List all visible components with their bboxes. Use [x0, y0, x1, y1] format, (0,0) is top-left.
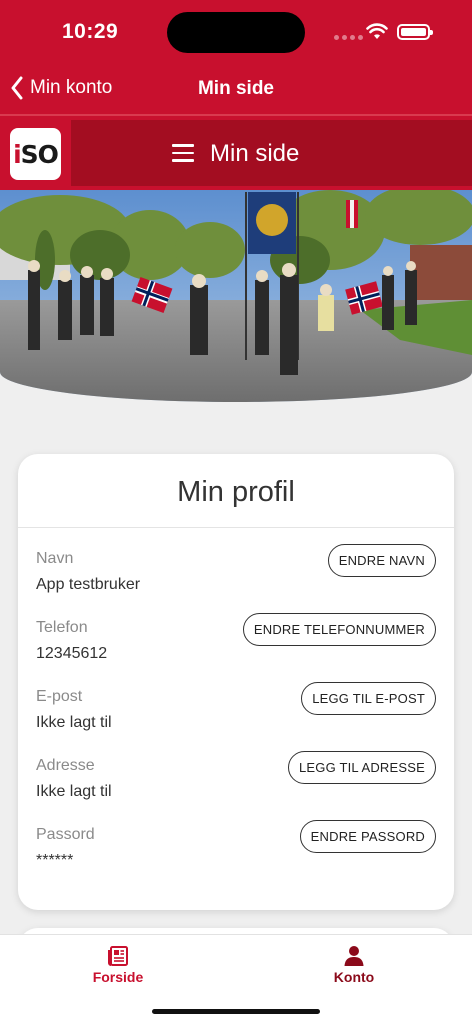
row-value: Ikke lagt til	[36, 783, 112, 800]
profile-title: Min profil	[18, 454, 454, 528]
wifi-icon	[366, 23, 388, 39]
tab-konto[interactable]: Konto	[294, 945, 414, 985]
profile-row-name: Navn App testbruker ENDRE NAVN	[18, 544, 454, 610]
iso-logo[interactable]: iSO	[10, 128, 61, 180]
add-address-button[interactable]: LEGG TIL ADRESSE	[287, 751, 436, 784]
row-label: Telefon	[36, 619, 88, 636]
row-label: Adresse	[36, 757, 95, 774]
header-title: Min side	[210, 140, 300, 167]
hamburger-menu-icon[interactable]	[172, 144, 194, 162]
top-bar: 10:29 Min konto Min side	[0, 0, 472, 114]
screen: 10:29 Min konto Min side iSO Min side Mi…	[0, 0, 472, 1024]
battery-icon	[397, 24, 433, 40]
tab-label: Forside	[92, 969, 144, 985]
back-button[interactable]: Min konto	[10, 76, 112, 100]
profile-row-email: E-post Ikke lagt til LEGG TIL E-POST	[18, 682, 454, 748]
chevron-left-icon	[11, 76, 23, 100]
change-phone-button[interactable]: ENDRE TELEFONNUMMER	[242, 613, 436, 646]
tab-label: Konto	[333, 969, 375, 985]
row-label: Navn	[36, 550, 74, 567]
dynamic-island	[167, 12, 305, 53]
row-value: Ikke lagt til	[36, 714, 112, 731]
profile-row-phone: Telefon 12345612 ENDRE TELEFONNUMMER	[18, 613, 454, 679]
tab-forside[interactable]: Forside	[58, 945, 178, 985]
row-value: ******	[36, 852, 74, 869]
profile-row-password: Passord ****** ENDRE PASSORD	[18, 820, 454, 886]
row-label: E-post	[36, 688, 83, 705]
row-label: Passord	[36, 826, 95, 843]
change-password-button[interactable]: ENDRE PASSORD	[299, 820, 436, 853]
status-time: 10:29	[62, 20, 119, 43]
hero-photo	[0, 190, 472, 402]
change-name-button[interactable]: ENDRE NAVN	[327, 544, 436, 577]
back-label: Min konto	[30, 77, 113, 98]
row-value: 12345612	[36, 645, 108, 662]
add-email-button[interactable]: LEGG TIL E-POST	[301, 682, 436, 715]
profile-card: Min profil Navn App testbruker ENDRE NAV…	[18, 454, 454, 910]
app-header: iSO Min side	[0, 114, 472, 190]
signal-icon	[334, 35, 363, 40]
home-indicator	[152, 1009, 320, 1014]
row-value: App testbruker	[36, 576, 141, 593]
profile-row-address: Adresse Ikke lagt til LEGG TIL ADRESSE	[18, 751, 454, 817]
person-icon	[344, 946, 364, 966]
newspaper-icon	[108, 946, 128, 966]
